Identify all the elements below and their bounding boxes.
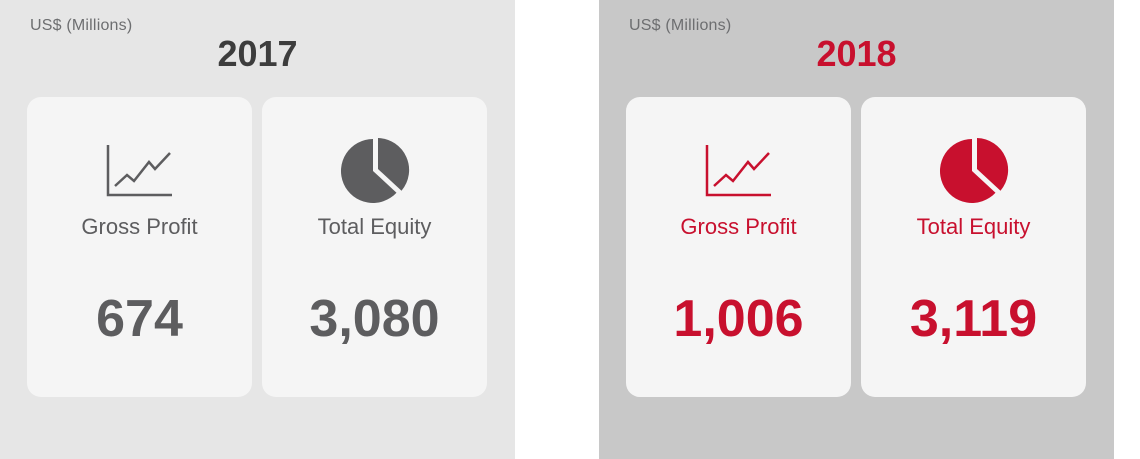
card-label: Gross Profit [81,214,198,239]
line-chart-icon [27,141,252,201]
total-equity-card: Total Equity 3,119 [861,97,1086,397]
panel-2017: US$ (Millions) 2017 Gross Profit 674 Tot… [0,0,515,459]
year-title: 2018 [816,33,897,74]
gross-profit-card: Gross Profit 674 [27,97,252,397]
card-label: Total Equity [317,214,432,239]
card-label: Gross Profit [680,214,797,239]
panel-2018: US$ (Millions) 2018 Gross Profit 1,006 T… [599,0,1114,459]
card-label: Total Equity [916,214,1031,239]
line-chart-icon [626,141,851,201]
pie-chart-icon [262,138,487,203]
year-title: 2017 [217,33,298,74]
gross-profit-card: Gross Profit 1,006 [626,97,851,397]
card-value: 3,080 [309,290,440,348]
total-equity-card: Total Equity 3,080 [262,97,487,397]
pie-chart-icon [861,138,1086,203]
card-value: 674 [96,290,183,348]
card-value: 1,006 [673,290,804,348]
card-value: 3,119 [909,290,1038,348]
